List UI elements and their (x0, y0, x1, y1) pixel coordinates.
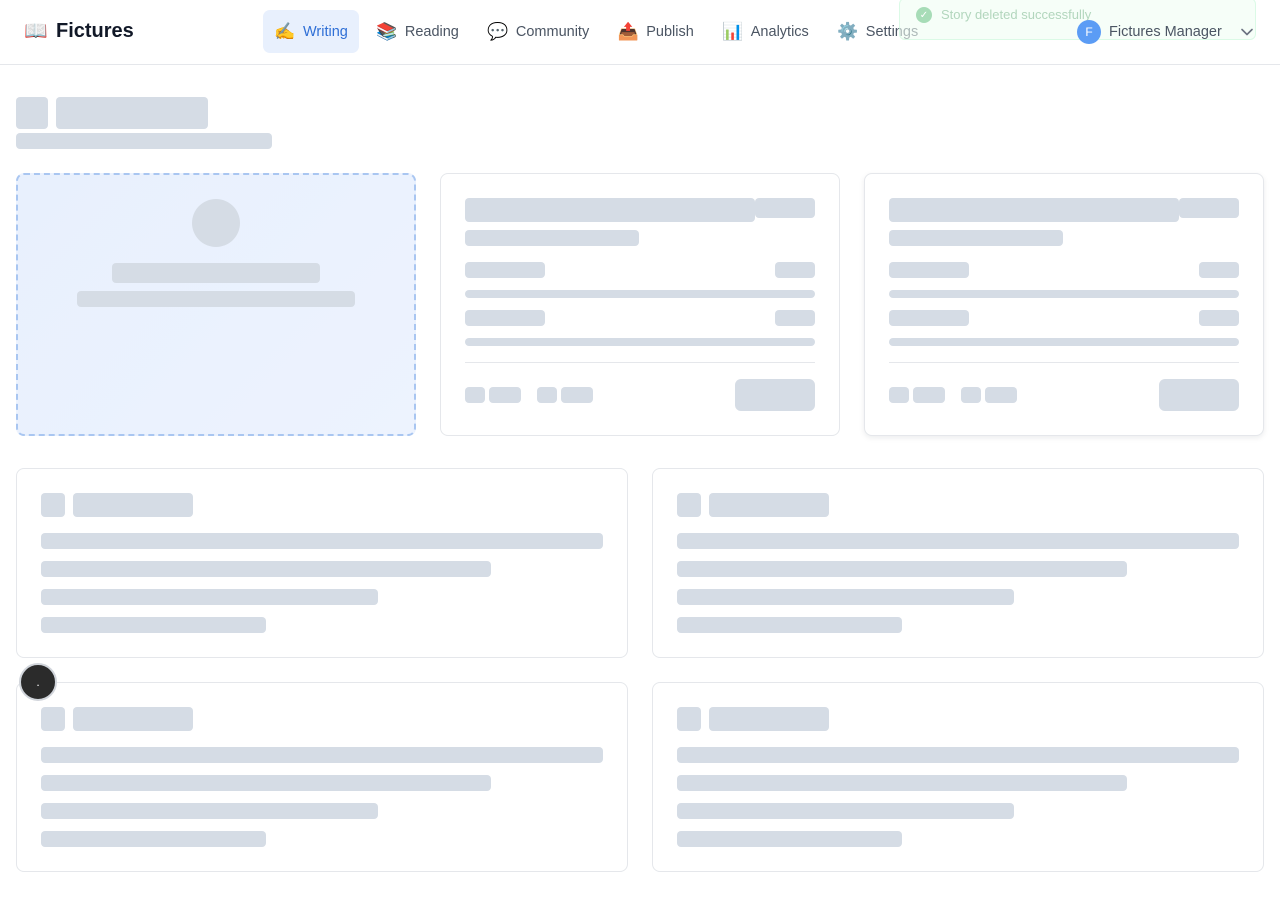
meta-text-skeleton (913, 387, 945, 403)
nav-item-publish[interactable]: 📤 Publish (606, 10, 705, 53)
top-navbar: 📖 Fictures ✍️ Writing 📚 Reading 💬 Commun… (0, 0, 1280, 65)
progress-label-skeleton (889, 310, 969, 326)
panel-line-skeleton (41, 561, 491, 577)
open-book-icon: 📖 (24, 21, 48, 42)
books-icon: 📚 (376, 21, 398, 41)
meta-text-skeleton (985, 387, 1017, 403)
story-card-skeleton (440, 173, 840, 436)
new-story-desc-skeleton (77, 291, 355, 307)
floating-action-button[interactable]: . (19, 663, 57, 701)
nav-item-label: Writing (303, 23, 348, 40)
app-title: Fictures (56, 19, 134, 42)
story-status-skeleton (1179, 198, 1239, 218)
panel-skeleton (16, 682, 628, 872)
meta-text-skeleton (489, 387, 521, 403)
progress-value-skeleton (775, 310, 815, 326)
panel-line-skeleton (41, 747, 603, 763)
new-story-card-skeleton[interactable] (16, 173, 416, 436)
nav-item-label: Community (515, 23, 590, 40)
panel-line-skeleton (677, 775, 1127, 791)
nav-item-label: Reading (404, 23, 459, 40)
heading-subtitle-skeleton (16, 133, 272, 149)
nav-item-label: Analytics (750, 23, 809, 40)
user-menu[interactable]: F Fictures Manager (1077, 20, 1254, 44)
new-story-title-skeleton (112, 263, 320, 283)
meta-icon-skeleton (465, 387, 485, 403)
writing-hand-icon: ✍️ (274, 21, 296, 41)
panel-title-skeleton (709, 493, 829, 517)
panel-line-skeleton (41, 831, 266, 847)
new-story-icon-skeleton (192, 199, 240, 247)
nav-item-community[interactable]: 💬 Community (476, 10, 600, 53)
panel-line-skeleton (41, 803, 378, 819)
panel-line-skeleton (677, 533, 1239, 549)
user-name: Fictures Manager (1109, 24, 1222, 40)
gear-icon: ⚙️ (837, 21, 859, 41)
meta-text-skeleton (561, 387, 593, 403)
panel-line-skeleton (677, 831, 902, 847)
panel-skeleton (652, 468, 1264, 658)
panel-line-skeleton (677, 803, 1014, 819)
story-title-skeleton (465, 198, 755, 222)
nav-item-writing[interactable]: ✍️ Writing (263, 10, 359, 53)
panel-icon-skeleton (41, 707, 65, 731)
panel-line-skeleton (41, 533, 603, 549)
card-divider (465, 362, 815, 363)
meta-icon-skeleton (889, 387, 909, 403)
card-divider (889, 362, 1239, 363)
action-button-skeleton (1159, 379, 1239, 411)
progress-value-skeleton (775, 262, 815, 278)
panel-line-skeleton (677, 747, 1239, 763)
panel-line-skeleton (677, 589, 1014, 605)
progress-label-skeleton (465, 310, 545, 326)
progress-bar-skeleton (465, 338, 815, 346)
panel-title-skeleton (73, 707, 193, 731)
story-card-skeleton (864, 173, 1264, 436)
check-circle-icon: ✓ (916, 7, 932, 23)
progress-value-skeleton (1199, 310, 1239, 326)
progress-value-skeleton (1199, 262, 1239, 278)
heading-icon-skeleton (16, 97, 48, 129)
progress-bar-skeleton (889, 290, 1239, 298)
panel-icon-skeleton (677, 707, 701, 731)
app-brand[interactable]: 📖 Fictures (24, 19, 134, 43)
bar-chart-icon: 📊 (722, 21, 744, 41)
speech-bubble-icon: 💬 (487, 21, 509, 41)
action-button-skeleton (735, 379, 815, 411)
toast-message: Story deleted successfully (941, 7, 1092, 22)
chevron-down-icon (1240, 25, 1254, 39)
heading-title-skeleton (56, 97, 208, 129)
panel-title-skeleton (73, 493, 193, 517)
panel-icon-skeleton (677, 493, 701, 517)
panel-line-skeleton (677, 561, 1127, 577)
progress-bar-skeleton (465, 290, 815, 298)
panel-line-skeleton (677, 617, 902, 633)
story-status-skeleton (755, 198, 815, 218)
progress-label-skeleton (465, 262, 545, 278)
panel-line-skeleton (41, 589, 378, 605)
meta-icon-skeleton (537, 387, 557, 403)
panel-icon-skeleton (41, 493, 65, 517)
avatar: F (1077, 20, 1101, 44)
outbox-tray-icon: 📤 (617, 21, 639, 41)
panel-skeleton (652, 682, 1264, 872)
meta-icon-skeleton (961, 387, 981, 403)
panel-line-skeleton (41, 617, 266, 633)
story-genre-skeleton (889, 230, 1063, 246)
nav-item-label: Publish (646, 23, 694, 40)
progress-label-skeleton (889, 262, 969, 278)
progress-bar-skeleton (889, 338, 1239, 346)
nav-item-reading[interactable]: 📚 Reading (365, 10, 470, 53)
panel-skeleton (16, 468, 628, 658)
main-nav: ✍️ Writing 📚 Reading 💬 Community 📤 Publi… (263, 10, 929, 53)
story-genre-skeleton (465, 230, 639, 246)
story-title-skeleton (889, 198, 1179, 222)
nav-item-analytics[interactable]: 📊 Analytics (711, 10, 820, 53)
panel-title-skeleton (709, 707, 829, 731)
panel-line-skeleton (41, 775, 491, 791)
